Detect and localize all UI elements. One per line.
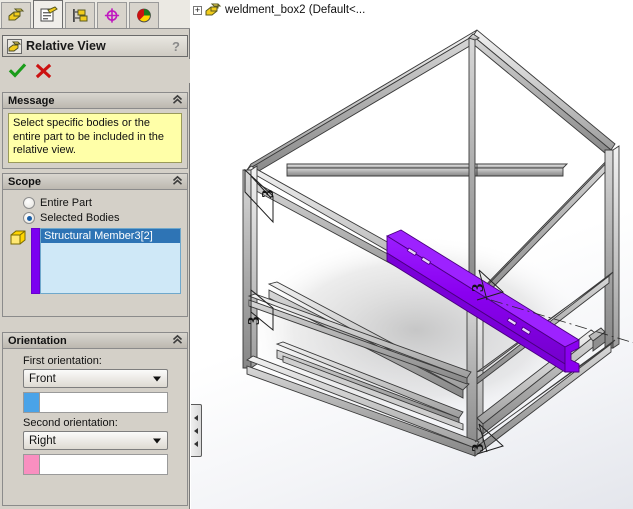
help-button[interactable]: ?	[172, 39, 180, 54]
property-manager-actions	[0, 59, 190, 83]
first-orientation-select[interactable]: Front	[23, 369, 168, 388]
orientation-group: Orientation First orientation: Front Sec…	[2, 332, 188, 506]
tree-expander-icon[interactable]: +	[193, 5, 202, 15]
page-title: Relative View	[26, 39, 106, 53]
selected-bodies-list[interactable]: Structural Member3[2]	[40, 228, 181, 294]
display-manager-icon	[135, 7, 154, 24]
svg-text:3: 3	[468, 444, 487, 453]
second-orientation-value: Right	[29, 434, 56, 447]
radio-selected-bodies-icon[interactable]	[23, 212, 35, 224]
second-orientation-field[interactable]	[39, 454, 168, 475]
bodies-selection-row: Structural Member3[2]	[9, 228, 181, 294]
orientation-group-label: Orientation	[8, 334, 67, 347]
first-orientation-swatch-row	[23, 392, 181, 413]
manager-tab-strip	[0, 0, 190, 29]
property-manager-icon	[39, 6, 58, 23]
list-item[interactable]: Structural Member3[2]	[41, 229, 180, 243]
accept-button[interactable]	[4, 60, 30, 82]
scope-option-label: Selected Bodies	[40, 212, 120, 224]
first-orientation-label: First orientation:	[23, 355, 102, 367]
selection-color-bar	[31, 228, 40, 294]
part-icon	[205, 3, 222, 17]
second-orientation-color-swatch[interactable]	[23, 454, 39, 475]
svg-text:3: 3	[244, 317, 263, 326]
first-orientation-field[interactable]	[39, 392, 168, 413]
dimxpert-icon	[103, 7, 122, 24]
solid-body-icon	[9, 228, 31, 250]
graphics-viewport[interactable]: + weldment_box2 (Default<... 3 3 3 3	[191, 0, 633, 509]
message-group-header[interactable]: Message	[2, 92, 188, 109]
orientation-group-header[interactable]: Orientation	[2, 332, 188, 349]
message-group-label: Message	[8, 94, 55, 107]
radio-entire-part-icon[interactable]	[23, 197, 35, 209]
configuration-manager-icon	[71, 7, 90, 24]
feature-tree-root-item[interactable]: + weldment_box2 (Default<...	[193, 3, 365, 17]
display-manager-tab[interactable]	[129, 2, 159, 28]
double-chevron-up-icon[interactable]	[172, 175, 183, 189]
cancel-button[interactable]	[30, 60, 56, 82]
scope-option-entire-part[interactable]: Entire Part	[23, 197, 181, 209]
configuration-manager-tab[interactable]	[65, 2, 95, 28]
second-orientation-swatch-row	[23, 454, 181, 475]
feature-tree-icon	[7, 7, 26, 24]
chevron-down-icon[interactable]	[153, 438, 161, 443]
property-manager-title-bar: Relative View ?	[2, 35, 188, 57]
panel-splitter-handle[interactable]	[191, 404, 202, 457]
relative-view-icon	[7, 38, 22, 54]
left-arrow-icon	[194, 427, 198, 434]
message-group: Message Select specific bodies or the en…	[2, 92, 188, 169]
left-arrow-icon	[194, 414, 198, 421]
chevron-down-icon[interactable]	[153, 376, 161, 381]
scope-group-header[interactable]: Scope	[2, 173, 188, 190]
double-chevron-up-icon[interactable]	[172, 334, 183, 348]
svg-text:3: 3	[258, 190, 277, 199]
solidworks-window: Relative View ? Message Select specific …	[0, 0, 633, 509]
left-command-panel: Relative View ? Message Select specific …	[0, 0, 190, 509]
second-orientation-label: Second orientation:	[23, 417, 118, 429]
scope-group-label: Scope	[8, 175, 42, 188]
svg-text:3: 3	[468, 284, 487, 293]
scope-group: Scope Entire Part Selected Bodies Struct…	[2, 173, 188, 317]
tree-item-label: weldment_box2 (Default<...	[225, 4, 366, 16]
double-chevron-up-icon[interactable]	[172, 94, 183, 108]
scope-option-label: Entire Part	[40, 197, 92, 209]
property-manager-tab[interactable]	[33, 0, 63, 28]
feature-manager-tab[interactable]	[1, 2, 31, 28]
second-orientation-select[interactable]: Right	[23, 431, 168, 450]
first-orientation-color-swatch[interactable]	[23, 392, 39, 413]
weldment-box-model[interactable]: 3 3 3 3	[191, 0, 633, 509]
left-arrow-icon	[194, 440, 198, 447]
first-orientation-value: Front	[29, 372, 56, 385]
scope-option-selected-bodies[interactable]: Selected Bodies	[23, 212, 181, 224]
message-text: Select specific bodies or the entire par…	[8, 113, 182, 163]
dimxpert-manager-tab[interactable]	[97, 2, 127, 28]
